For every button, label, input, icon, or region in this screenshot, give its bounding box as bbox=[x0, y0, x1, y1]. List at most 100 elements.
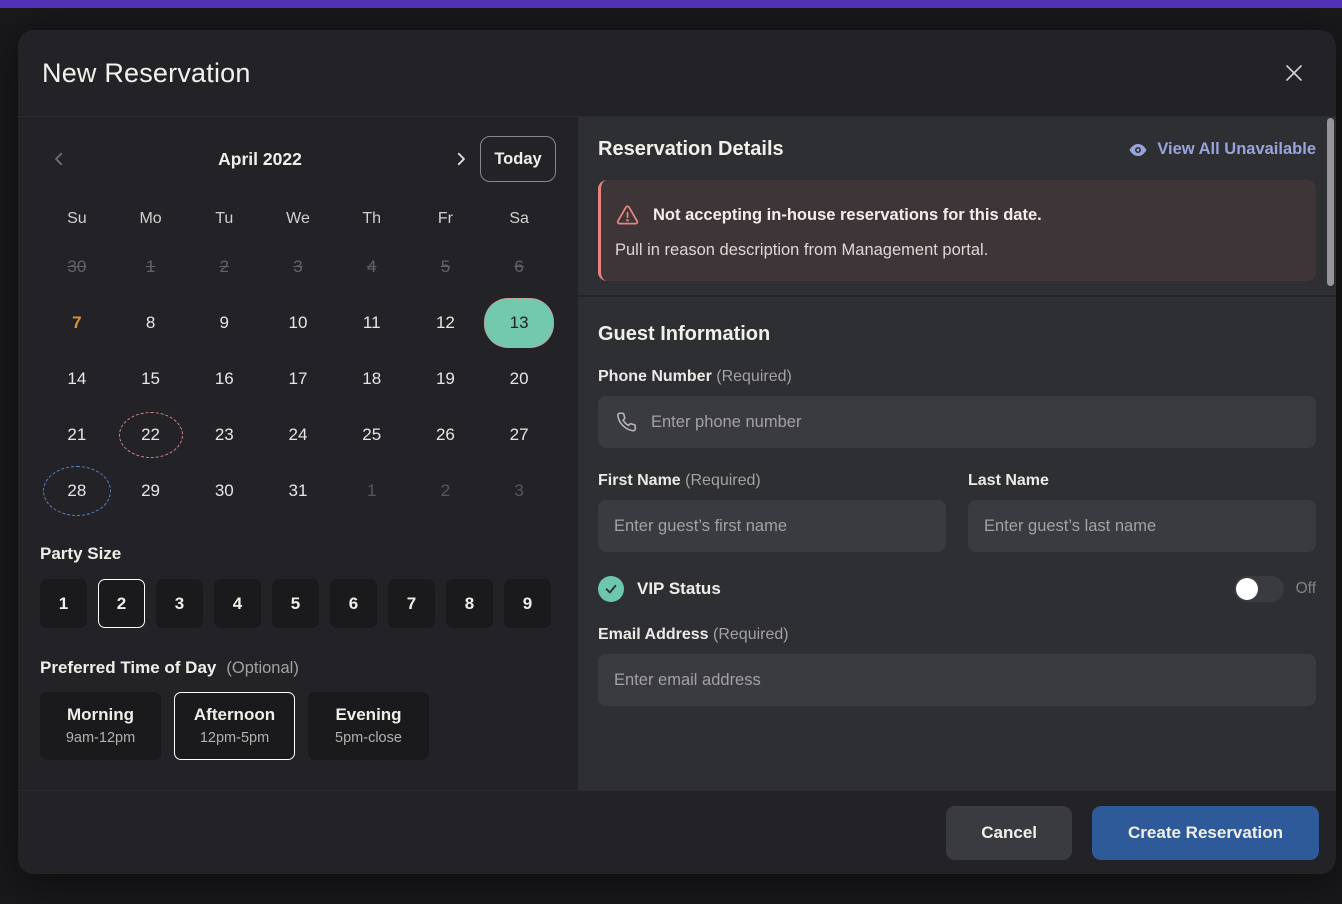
calendar-day[interactable]: 17 bbox=[261, 351, 335, 407]
modal-header: New Reservation bbox=[18, 30, 1336, 117]
last-name-field: Last Name bbox=[968, 448, 1316, 552]
party-size-button[interactable]: 6 bbox=[330, 579, 377, 628]
first-name-label: First Name (Required) bbox=[598, 472, 946, 490]
email-label: Email Address (Required) bbox=[598, 626, 1316, 644]
calendar-day[interactable]: 23 bbox=[187, 407, 261, 463]
time-of-day-optional: (Optional) bbox=[226, 659, 298, 678]
party-size-button[interactable]: 9 bbox=[504, 579, 551, 628]
vip-toggle-state: Off bbox=[1296, 580, 1316, 598]
time-option-button[interactable]: Evening 5pm-close bbox=[308, 692, 429, 760]
new-reservation-modal: New Reservation April 2022 Today bbox=[18, 30, 1336, 874]
warning-body: Pull in reason description from Manageme… bbox=[615, 241, 1298, 260]
calendar-grid: 3012345678910111213141516171819202122232… bbox=[40, 239, 556, 519]
weekday-label: Su bbox=[40, 210, 114, 228]
calendar-day: 6 bbox=[482, 239, 556, 295]
reservation-details-title: Reservation Details bbox=[598, 138, 784, 161]
prev-month-icon[interactable] bbox=[40, 139, 78, 179]
calendar-day[interactable]: 12 bbox=[409, 295, 483, 351]
calendar-day[interactable]: 14 bbox=[40, 351, 114, 407]
calendar-day[interactable]: 16 bbox=[187, 351, 261, 407]
create-reservation-button[interactable]: Create Reservation bbox=[1092, 806, 1319, 860]
calendar-day[interactable]: 24 bbox=[261, 407, 335, 463]
today-button[interactable]: Today bbox=[480, 136, 556, 182]
reservation-details-section: Reservation Details View All Unavailable bbox=[578, 117, 1336, 297]
time-of-day-group: Morning 9am-12pm Afternoon 12pm-5pm Evening 5… bbox=[40, 692, 556, 760]
calendar-day[interactable]: 25 bbox=[335, 407, 409, 463]
time-of-day-label-row: Preferred Time of Day (Optional) bbox=[40, 658, 556, 678]
calendar-panel: April 2022 Today SuMoTuWeThFrSa 30123456… bbox=[18, 117, 578, 790]
weekday-label: Fr bbox=[409, 210, 483, 228]
party-size-button[interactable]: 7 bbox=[388, 579, 435, 628]
calendar-day: 30 bbox=[40, 239, 114, 295]
email-required-hint: (Required) bbox=[713, 626, 789, 643]
calendar-day[interactable]: 21 bbox=[40, 407, 114, 463]
weekday-label: Th bbox=[335, 210, 409, 228]
calendar-day[interactable]: 10 bbox=[261, 295, 335, 351]
screen: New Reservation April 2022 Today bbox=[0, 0, 1342, 904]
details-scrollbar-thumb[interactable] bbox=[1327, 118, 1334, 286]
calendar-day[interactable]: 9 bbox=[187, 295, 261, 351]
calendar-day[interactable]: 27 bbox=[482, 407, 556, 463]
last-name-input[interactable] bbox=[968, 500, 1316, 552]
time-option-hours: 9am-12pm bbox=[57, 730, 144, 746]
time-option-hours: 5pm-close bbox=[325, 730, 412, 746]
calendar-day[interactable]: 7 bbox=[40, 295, 114, 351]
close-icon[interactable] bbox=[1276, 55, 1312, 91]
first-name-field: First Name (Required) bbox=[598, 448, 946, 552]
time-of-day-label: Preferred Time of Day bbox=[40, 658, 216, 678]
phone-label: Phone Number (Required) bbox=[598, 368, 1316, 386]
vip-toggle-knob bbox=[1236, 578, 1258, 600]
vip-status-row: VIP Status Off bbox=[598, 576, 1316, 602]
party-size-button[interactable]: 3 bbox=[156, 579, 203, 628]
calendar-day: 1 bbox=[114, 239, 188, 295]
browser-accent-bar bbox=[0, 0, 1342, 8]
first-name-input[interactable] bbox=[598, 500, 946, 552]
vip-toggle[interactable] bbox=[1234, 576, 1284, 602]
calendar-day[interactable]: 18 bbox=[335, 351, 409, 407]
cancel-button[interactable]: Cancel bbox=[946, 806, 1072, 860]
time-option-name: Afternoon bbox=[191, 705, 278, 725]
first-name-required-hint: (Required) bbox=[685, 472, 761, 489]
calendar-day: 1 bbox=[335, 463, 409, 519]
modal-body: April 2022 Today SuMoTuWeThFrSa 30123456… bbox=[18, 117, 1336, 790]
phone-icon bbox=[616, 412, 637, 433]
calendar-day[interactable]: 19 bbox=[409, 351, 483, 407]
modal-title: New Reservation bbox=[42, 58, 251, 89]
phone-input[interactable] bbox=[598, 396, 1316, 448]
next-month-icon[interactable] bbox=[442, 139, 480, 179]
calendar-day[interactable]: 11 bbox=[335, 295, 409, 351]
phone-required-hint: (Required) bbox=[716, 368, 792, 385]
vip-check-icon bbox=[598, 576, 624, 602]
email-input[interactable] bbox=[598, 654, 1316, 706]
time-option-button[interactable]: Morning 9am-12pm bbox=[40, 692, 161, 760]
party-size-button[interactable]: 1 bbox=[40, 579, 87, 628]
party-size-button[interactable]: 2 bbox=[98, 579, 145, 628]
party-size-button[interactable]: 5 bbox=[272, 579, 319, 628]
calendar-day[interactable]: 31 bbox=[261, 463, 335, 519]
time-option-name: Morning bbox=[57, 705, 144, 725]
weekday-label: Mo bbox=[114, 210, 188, 228]
party-size-button[interactable]: 4 bbox=[214, 579, 261, 628]
calendar-day[interactable]: 29 bbox=[114, 463, 188, 519]
vip-status-label: VIP Status bbox=[637, 579, 721, 599]
calendar-day[interactable]: 26 bbox=[409, 407, 483, 463]
calendar-day[interactable]: 8 bbox=[114, 295, 188, 351]
time-option-name: Evening bbox=[325, 705, 412, 725]
weekday-label: Tu bbox=[187, 210, 261, 228]
calendar-day[interactable]: 13 bbox=[482, 295, 556, 351]
calendar-day: 2 bbox=[409, 463, 483, 519]
warning-triangle-icon bbox=[615, 203, 640, 228]
weekday-header-row: SuMoTuWeThFrSa bbox=[40, 210, 556, 228]
calendar-day[interactable]: 15 bbox=[114, 351, 188, 407]
month-label: April 2022 bbox=[78, 149, 442, 170]
time-option-hours: 12pm-5pm bbox=[191, 730, 278, 746]
calendar-day[interactable]: 28 bbox=[40, 463, 114, 519]
calendar-day[interactable]: 20 bbox=[482, 351, 556, 407]
party-size-button[interactable]: 8 bbox=[446, 579, 493, 628]
calendar-day: 3 bbox=[482, 463, 556, 519]
calendar-day[interactable]: 30 bbox=[187, 463, 261, 519]
time-option-button[interactable]: Afternoon 12pm-5pm bbox=[174, 692, 295, 760]
calendar-day[interactable]: 22 bbox=[114, 407, 188, 463]
view-all-unavailable-link[interactable]: View All Unavailable bbox=[1128, 140, 1316, 160]
guest-information-title: Guest Information bbox=[598, 323, 1316, 346]
